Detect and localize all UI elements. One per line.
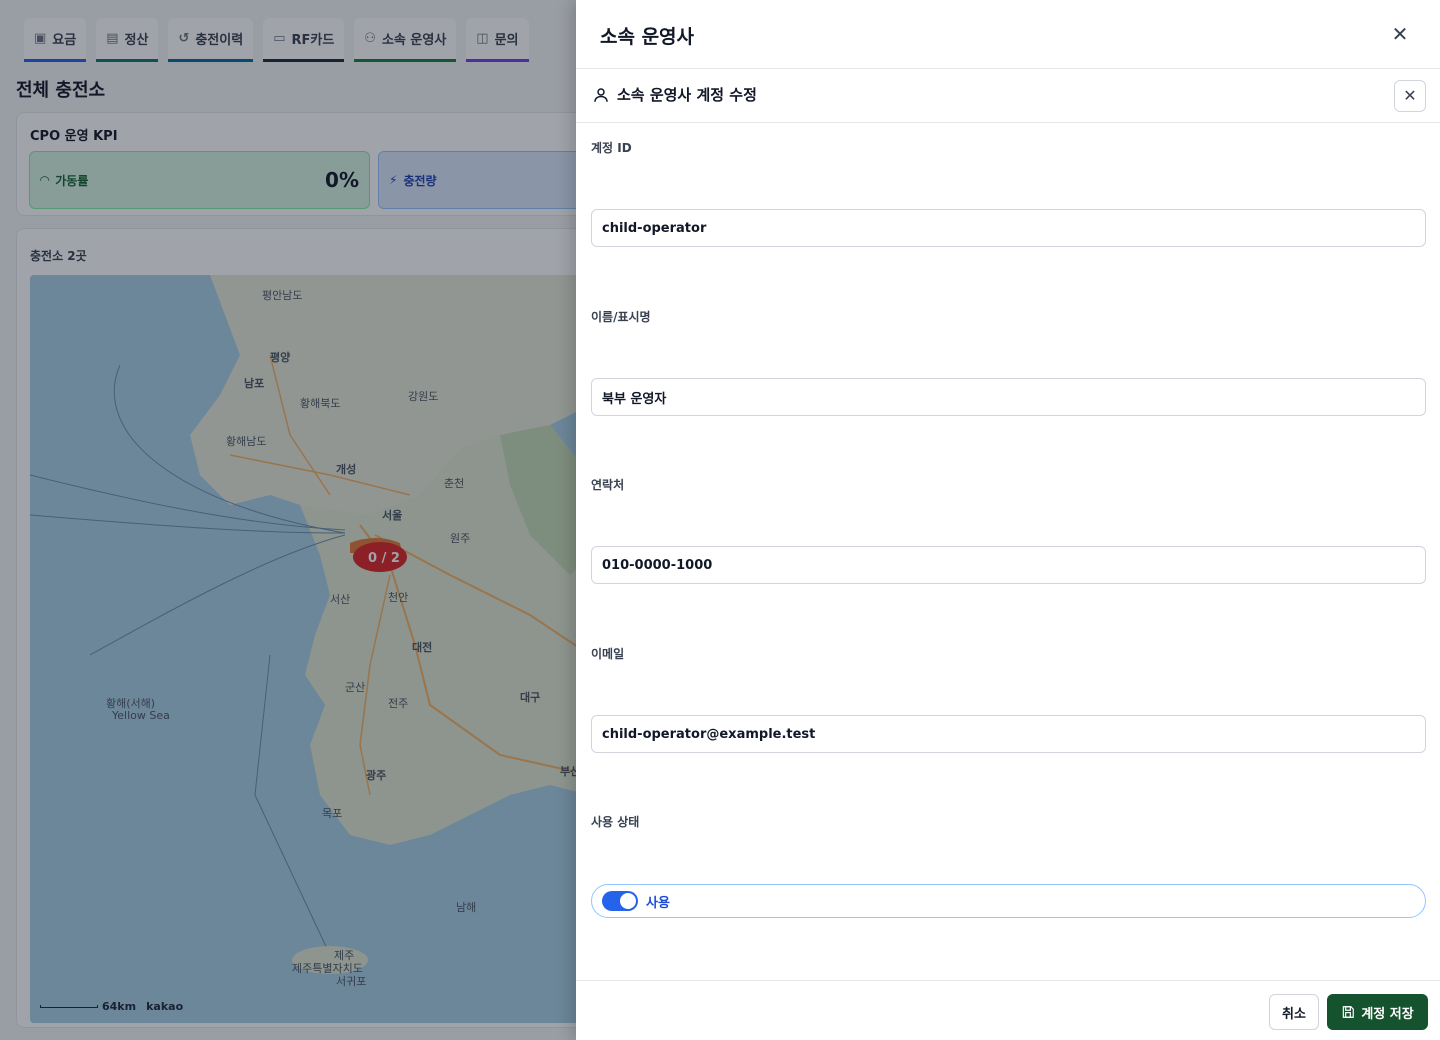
cancel-button[interactable]: 취소 (1269, 994, 1319, 1030)
status-label: 사용 상태 (591, 815, 640, 829)
sub-title: 소속 운영사 계정 수정 (592, 84, 757, 105)
drawer-title: 소속 운영사 (600, 26, 695, 48)
drawer-footer: 취소 계정 저장 (576, 980, 1440, 1040)
account-id-label: 계정 ID (591, 141, 632, 155)
toggle-knob (620, 893, 636, 909)
drawer-panel: 소속 운영사 ✕ 소속 운영사 계정 수정 ✕ 계정 ID 이름/표시명 연락처… (576, 0, 1440, 1040)
drawer-header: 소속 운영사 ✕ (576, 0, 1440, 69)
status-toggle-label: 사용 (646, 895, 670, 911)
contact-field[interactable] (591, 546, 1426, 584)
sub-header: 소속 운영사 계정 수정 ✕ (576, 69, 1440, 123)
user-icon (594, 87, 608, 102)
save-icon (1343, 1006, 1355, 1018)
close-icon[interactable]: ✕ (1388, 22, 1412, 46)
status-toggle[interactable] (602, 891, 638, 911)
email-label: 이메일 (591, 647, 625, 661)
status-toggle-field: 사용 (591, 884, 1426, 918)
save-account-button[interactable]: 계정 저장 (1327, 994, 1428, 1030)
contact-label: 연락처 (591, 478, 625, 492)
email-field[interactable] (591, 715, 1426, 753)
sub-title-text: 소속 운영사 계정 수정 (617, 86, 757, 104)
name-label: 이름/표시명 (591, 310, 651, 324)
name-field[interactable] (591, 378, 1426, 416)
save-button-label: 계정 저장 (1361, 1006, 1414, 1022)
account-id-field[interactable] (591, 209, 1426, 247)
close-icon[interactable]: ✕ (1394, 80, 1426, 112)
